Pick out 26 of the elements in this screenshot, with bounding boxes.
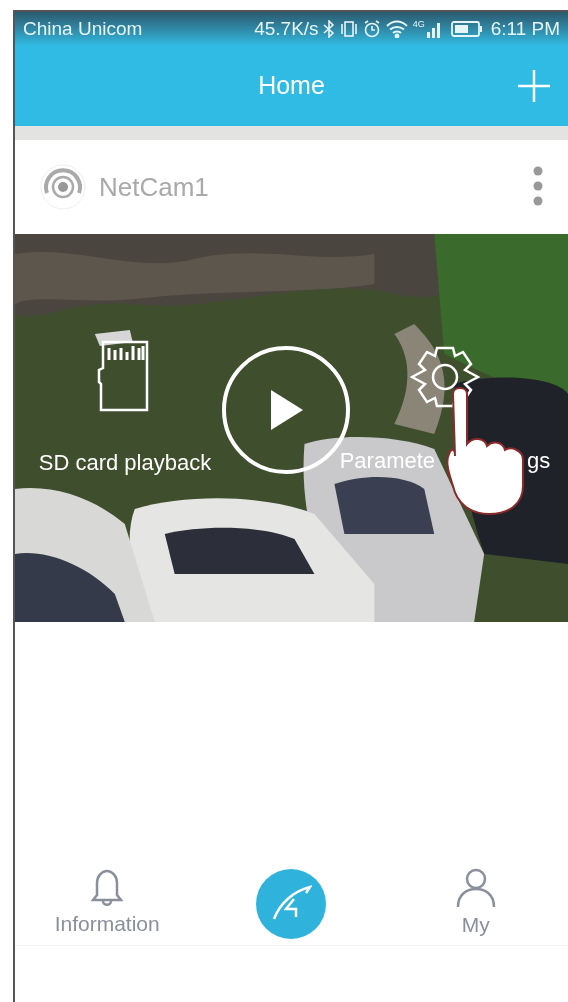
play-icon <box>269 390 303 430</box>
clock-text: 6:11 PM <box>490 16 560 41</box>
bluetooth-icon <box>322 20 335 38</box>
network-type: 4G <box>412 20 425 29</box>
plus-icon <box>518 70 550 102</box>
camera-icon <box>39 163 87 211</box>
camera-name: NetCam1 <box>99 170 209 204</box>
add-button[interactable] <box>518 70 550 102</box>
tab-item[interactable]: My <box>383 866 568 941</box>
tab-item[interactable]: Information <box>15 867 200 940</box>
network-speed: 45.7K/s <box>254 16 319 41</box>
hand-pointer-icon <box>443 386 527 516</box>
sd-card-playback-button[interactable]: SD card playback <box>15 340 235 479</box>
header-title: Home <box>258 70 325 102</box>
more-button[interactable] <box>532 166 544 208</box>
signal-icon <box>424 20 443 38</box>
settings-label: gs <box>527 447 551 475</box>
person-icon <box>454 866 497 909</box>
battery-icon <box>450 21 483 37</box>
carrier-text: China Unicom <box>23 16 143 41</box>
alarm-icon <box>362 20 381 38</box>
settings-icon <box>410 346 480 408</box>
wifi-icon <box>384 20 409 38</box>
more-icon <box>533 166 543 206</box>
vibrate-icon <box>338 20 359 38</box>
settings-button[interactable] <box>410 346 480 408</box>
